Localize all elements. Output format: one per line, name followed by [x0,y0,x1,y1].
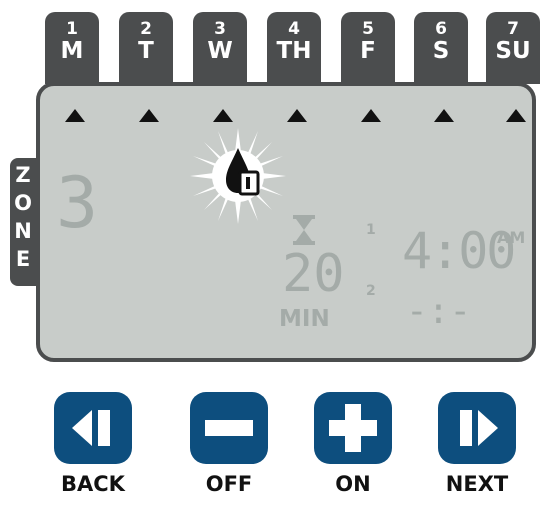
off-button-label: OFF [205,472,253,496]
day-number: 4 [288,19,300,39]
day-number: 5 [362,19,374,39]
duration-unit: MIN [279,306,330,332]
next-button[interactable] [438,392,516,464]
on-button-label: ON [335,472,371,496]
start-time-index-2: 2 [366,283,376,299]
on-button[interactable] [314,392,392,464]
day-tab-tuesday: 2 T [119,12,173,84]
day-tab-monday: 1 M [45,12,99,84]
day-number: 7 [507,19,519,39]
day-number: 6 [435,19,447,39]
minus-icon [205,420,253,436]
zone-letter: O [14,191,32,215]
day-abbreviation: F [360,38,376,64]
duration-value: 20 [282,244,345,304]
day-abbreviation: S [432,38,450,64]
day-abbreviation: SU [495,38,531,64]
zone-number: 3 [56,162,99,244]
day-tab-thursday: 4 TH [267,12,321,84]
off-button[interactable] [190,392,268,464]
day-tab-friday: 5 F [341,12,395,84]
day-indicator-icon [65,109,85,122]
watering-drop-icon [190,128,286,224]
back-button-label: BACK [61,472,125,496]
day-abbreviation: TH [276,38,312,64]
day-indicator-icon [506,109,526,122]
day-indicator-icon [434,109,454,122]
day-number: 3 [214,19,226,39]
next-button-label: NEXT [445,472,509,496]
day-tab-wednesday: 3 W [193,12,247,84]
day-tab-saturday: 6 S [414,12,468,84]
day-number: 2 [140,19,152,39]
start-time-index-1: 1 [366,222,376,238]
day-abbreviation: T [138,38,154,64]
hourglass-icon [293,215,315,245]
start-time-1-suffix: AM [497,228,526,247]
day-number: 1 [66,19,78,39]
start-time-2: -:- [406,291,472,332]
day-indicator-icon [361,109,381,122]
day-indicator-icon [287,109,307,122]
day-abbreviation: M [60,38,84,64]
back-button[interactable] [54,392,132,464]
day-indicator-icon [139,109,159,122]
zone-letter: E [15,247,31,271]
zone-letter: N [14,219,32,243]
day-tab-sunday: 7 SU [486,12,540,84]
zone-letter: Z [15,163,31,187]
next-icon [460,410,498,446]
plus-icon [329,404,377,452]
back-icon [72,410,110,446]
day-abbreviation: W [207,38,233,64]
day-indicator-icon [213,109,233,122]
